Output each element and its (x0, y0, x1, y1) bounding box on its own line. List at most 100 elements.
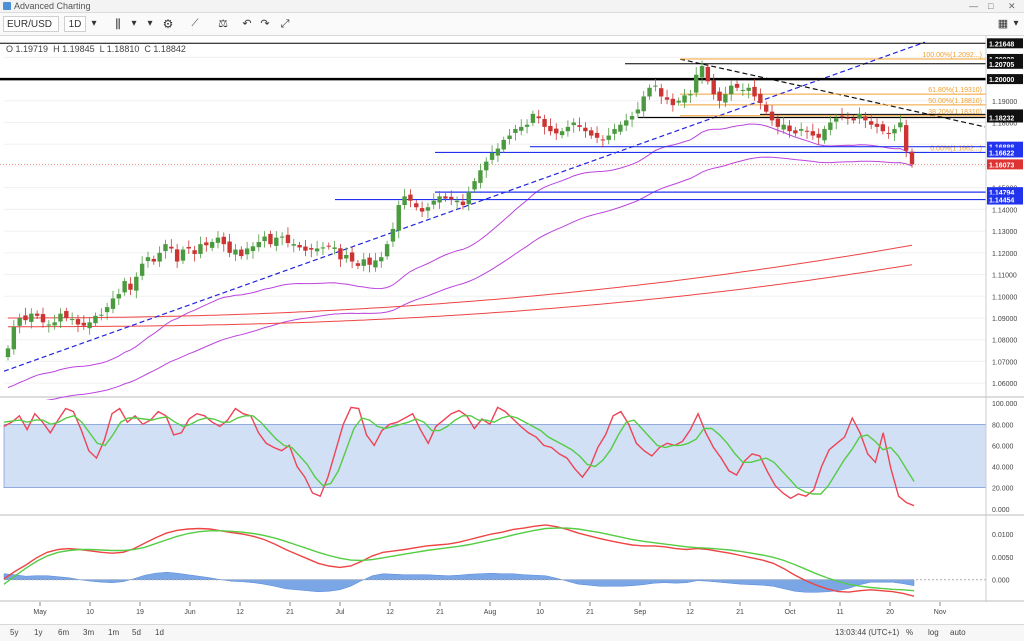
y-tick-label: 40.000 (992, 465, 1014, 472)
candle-body (256, 241, 261, 248)
range-5y[interactable]: 5y (10, 625, 18, 640)
x-tick-label: May (33, 609, 47, 616)
y-tick-label: 1.07000 (992, 359, 1017, 366)
auto-toggle[interactable]: auto (950, 625, 966, 640)
candle-body (530, 113, 536, 123)
x-tick-label: 12 (236, 609, 244, 616)
candle-body (740, 89, 746, 91)
undo-icon[interactable]: ↶ (240, 16, 254, 32)
candle-body (618, 124, 623, 132)
candle-body (268, 233, 273, 245)
candle-body (781, 124, 786, 130)
layout-dropdown-icon[interactable]: ▾ (1011, 16, 1021, 32)
candle-body (279, 236, 285, 238)
candle-body (104, 307, 110, 313)
candle-body (501, 139, 506, 150)
maximize-button[interactable]: □ (988, 0, 993, 12)
candle-body (699, 66, 705, 78)
candle-body (419, 208, 425, 212)
candle-body (134, 276, 139, 291)
candle-body (793, 130, 798, 134)
bottom-bar: 5y 1y 6m 3m 1m 5d 1d 13:03:44 (UTC+1) % … (0, 624, 1024, 641)
layout-grid-icon[interactable]: ▦ (996, 16, 1010, 32)
x-tick-label: 21 (286, 609, 294, 616)
candle-body (99, 314, 104, 316)
candle-body (309, 248, 314, 250)
chart-area[interactable]: 1.06000 1.07000 1.08000 1.09000 1.10000 1.110… (0, 36, 1024, 622)
candle-body (262, 236, 267, 242)
candle-body (577, 125, 582, 127)
candle-body (396, 205, 401, 231)
symbol-input[interactable]: EUR/USD (3, 16, 59, 32)
candle-body (192, 250, 197, 254)
candle-body (583, 127, 588, 132)
candle-body (653, 85, 658, 87)
candle-body (839, 115, 845, 117)
fib-level-label: 50.00%(1.18810) (928, 98, 982, 105)
price-level-label: 1.20000 (989, 77, 1014, 84)
interval-dropdown-icon[interactable]: ▾ (88, 16, 100, 32)
candle-body (344, 255, 349, 259)
compare-dropdown-icon[interactable]: ▾ (144, 16, 156, 32)
candle-body (763, 104, 769, 112)
chart-svg[interactable]: 1.06000 1.07000 1.08000 1.09000 1.10000 1.110… (0, 36, 1024, 622)
candle-body (34, 313, 40, 316)
fullscreen-icon[interactable]: ⤢ (278, 16, 292, 32)
bar-style-dropdown-icon[interactable]: ▾ (128, 16, 140, 32)
range-5d[interactable]: 5d (132, 625, 141, 640)
candle-body (519, 126, 524, 131)
candle-body (536, 116, 541, 119)
range-1d[interactable]: 1d (155, 625, 164, 640)
y-tick-label: 1.06000 (992, 381, 1017, 388)
candle-body (303, 246, 308, 251)
candle-body (52, 322, 57, 326)
candle-body (326, 245, 331, 247)
candle-body (157, 252, 162, 262)
range-1y[interactable]: 1y (34, 625, 42, 640)
candle-body (629, 116, 635, 120)
candle-body (851, 118, 856, 121)
candle-body (163, 244, 168, 252)
range-6m[interactable]: 6m (58, 625, 69, 640)
candle-body (769, 111, 775, 121)
redo-icon[interactable]: ↷ (258, 16, 272, 32)
candle-body (612, 129, 617, 134)
candle-body (478, 170, 483, 183)
pane-background (0, 40, 1024, 394)
candle-body (711, 80, 716, 95)
x-tick-label: Oct (785, 609, 796, 616)
candle-body (746, 87, 751, 91)
indicators-icon[interactable]: ⟋ (186, 16, 204, 32)
bar-style-icon[interactable]: ⫼ (110, 16, 126, 32)
candle-body (110, 298, 116, 309)
candle-body (338, 248, 343, 260)
templates-icon[interactable]: ⚖ (214, 16, 232, 32)
minimize-button[interactable]: — (969, 0, 978, 12)
candle-body (332, 247, 337, 249)
candle-body (151, 258, 157, 262)
candle-body (314, 248, 320, 252)
candle-body (641, 96, 646, 112)
candle-body (594, 132, 600, 138)
y-tick-label: 0.000 (992, 507, 1010, 514)
candle-body (29, 313, 34, 322)
candle-body (822, 129, 827, 141)
close-button[interactable]: ✕ (1008, 0, 1016, 12)
range-1m[interactable]: 1m (108, 625, 119, 640)
percent-toggle[interactable]: % (906, 625, 913, 640)
candle-body (495, 148, 501, 156)
interval-input[interactable]: 1D (64, 16, 86, 32)
log-toggle[interactable]: log (928, 625, 939, 640)
candle-body (694, 74, 699, 93)
price-level-label: 1.16622 (989, 150, 1014, 157)
candle-body (46, 324, 52, 326)
settings-gear-icon[interactable]: ⚙ (160, 16, 176, 32)
stochastic-pane: 0.000 20.000 40.000 60.000 80.000 100.000 (0, 400, 1024, 516)
window-title: Advanced Charting (14, 1, 91, 11)
price-level-label: 1.16073 (989, 162, 1014, 169)
candle-body (11, 326, 17, 350)
x-tick-label: 10 (536, 609, 544, 616)
candle-body (798, 129, 804, 131)
range-3m[interactable]: 3m (83, 625, 94, 640)
y-tick-label: 1.13000 (992, 229, 1017, 236)
